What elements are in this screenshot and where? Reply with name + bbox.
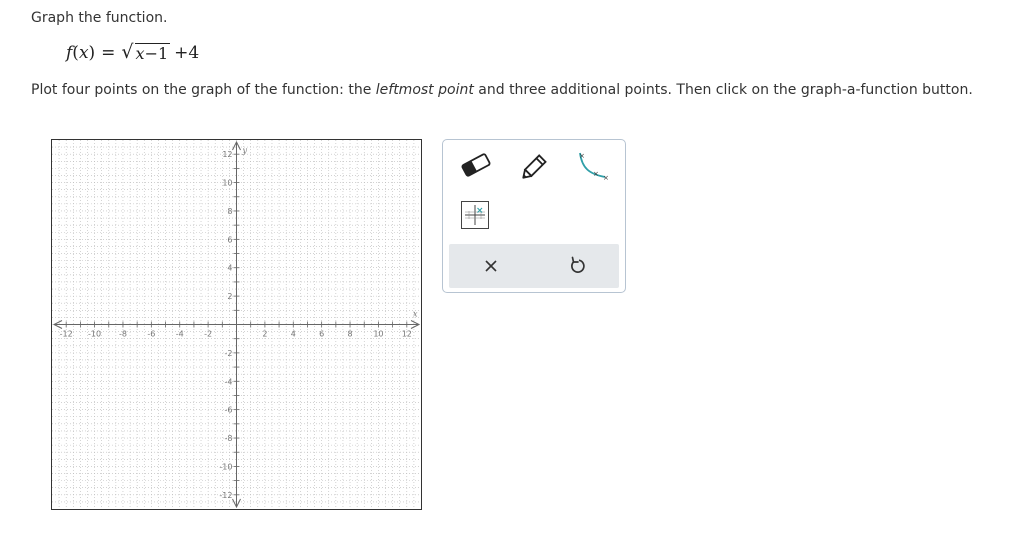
formula-rparen: ) — [88, 43, 96, 63]
instructions-part-1: Plot four points on the graph of the fun… — [31, 82, 376, 98]
x-tick-label: -4 — [176, 330, 184, 339]
pencil-icon — [522, 154, 547, 179]
pencil-tool-button[interactable] — [519, 150, 553, 180]
y-tick-label: 2 — [227, 292, 232, 301]
formula-constant: +4 — [174, 43, 200, 63]
radicand-rest: −1 — [144, 44, 169, 63]
instructions-part-2: and three additional points. Then click … — [473, 82, 973, 98]
clear-button[interactable] — [479, 254, 503, 278]
tool-panel: × × × × — [442, 139, 626, 293]
svg-text:×: × — [579, 152, 585, 160]
formula-lparen: ( — [72, 43, 79, 63]
undo-icon — [571, 256, 585, 273]
y-tick-label: -8 — [225, 434, 233, 443]
x-tick-label: 2 — [262, 330, 267, 339]
eraser-tool-button[interactable] — [459, 152, 493, 178]
graph-function-icon: × × × — [579, 152, 609, 182]
x-tick-label: -2 — [204, 330, 212, 339]
x-tick-label: 8 — [347, 330, 352, 339]
x-tick-label: -8 — [119, 330, 127, 339]
x-tick-label: 6 — [319, 330, 324, 339]
radicand: x−1 — [134, 43, 171, 63]
grid-points-button[interactable]: × — [461, 201, 489, 229]
x-tick-label: 12 — [402, 330, 412, 339]
y-tick-label: 6 — [227, 235, 232, 244]
y-tick-label: 10 — [222, 179, 232, 188]
y-tick-label: 4 — [227, 264, 232, 273]
y-tick-label: -12 — [219, 491, 232, 500]
svg-text:×: × — [593, 170, 599, 178]
graph-canvas[interactable]: -12 -12 -10 -10 -8 -8 -6 -6 -4 -4 -2 -2 2 2 4 4 6 6 8 8 10 10… — [51, 139, 422, 510]
y-tick-label: -2 — [225, 349, 233, 358]
radicand-variable: x — [135, 44, 145, 63]
formula-equals: = — [101, 43, 116, 63]
x-tick-label: 4 — [291, 330, 296, 339]
x-tick-label: -10 — [88, 330, 101, 339]
instructions: Plot four points on the graph of the fun… — [31, 82, 973, 98]
prompt-text: Graph the function. — [31, 10, 168, 26]
y-axis-label: y — [242, 146, 248, 155]
svg-text:×: × — [603, 174, 609, 180]
x-axis-label: x — [413, 310, 418, 319]
undo-button[interactable] — [565, 254, 589, 278]
function-formula: f ( x ) = √ x−1 +4 — [66, 41, 200, 64]
radical-sign: √ — [121, 41, 134, 63]
graph-function-button[interactable]: × × × — [575, 150, 611, 182]
action-bar — [449, 244, 619, 288]
y-tick-label: 8 — [227, 207, 232, 216]
x-tick-label: -12 — [60, 330, 73, 339]
grid-points-icon: × — [461, 201, 489, 229]
x-tick-label: 10 — [373, 330, 383, 339]
svg-text:×: × — [476, 206, 484, 216]
close-icon — [485, 260, 497, 272]
coordinate-plane[interactable]: -12 -12 -10 -10 -8 -8 -6 -6 -4 -4 -2 -2 2 2 4 4 6 6 8 8 10 10… — [52, 140, 421, 509]
x-tick-label: -6 — [147, 330, 155, 339]
y-tick-label: 12 — [222, 150, 232, 159]
y-tick-label: -10 — [219, 462, 232, 471]
instructions-emphasis: leftmost point — [375, 82, 474, 98]
y-tick-label: -4 — [225, 377, 233, 386]
eraser-icon — [461, 153, 491, 177]
formula-argument: x — [78, 43, 89, 63]
y-tick-label: -6 — [225, 406, 233, 415]
